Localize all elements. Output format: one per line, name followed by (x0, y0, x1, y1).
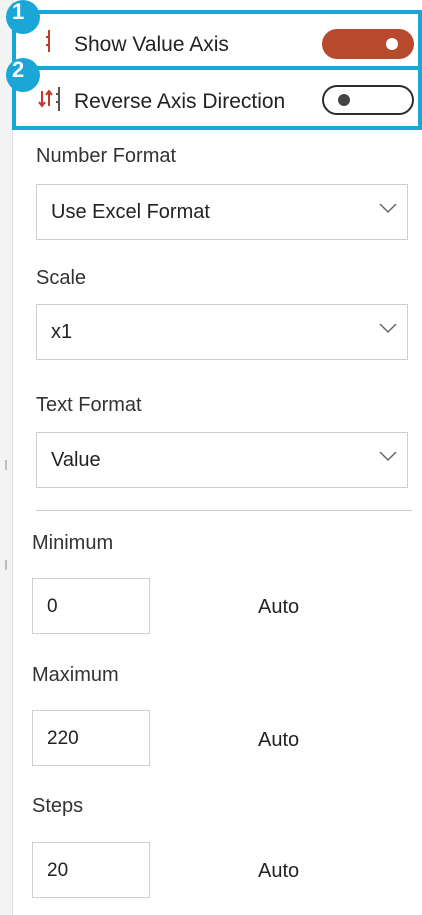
chevron-down-icon (379, 323, 397, 334)
maximum-auto-label: Auto (258, 729, 300, 751)
minimum-input[interactable]: 0 (32, 578, 150, 634)
maximum-value: 220 (47, 728, 79, 749)
scale-label: Scale (36, 267, 87, 289)
steps-auto-label: Auto (258, 860, 300, 882)
scale-value: x1 (51, 321, 73, 343)
edge-tick (5, 460, 7, 470)
reverse-axis-icon (38, 87, 60, 111)
toggle-knob (338, 94, 350, 106)
toggle-knob (386, 38, 398, 50)
edge-tick (5, 560, 7, 570)
text-format-label: Text Format (36, 394, 142, 416)
number-format-value: Use Excel Format (51, 201, 210, 223)
text-format-value: Value (51, 449, 101, 471)
left-edge-strip (0, 0, 13, 915)
minimum-auto-label: Auto (258, 596, 300, 618)
badge-1: 1 (6, 0, 40, 34)
minimum-label: Minimum (32, 532, 114, 554)
show-value-axis-row: Show Value Axis (12, 10, 422, 68)
number-format-select[interactable]: Use Excel Format (36, 184, 408, 240)
reverse-axis-direction-toggle[interactable] (322, 85, 414, 115)
badge-2: 2 (6, 58, 40, 92)
show-value-axis-label: Show Value Axis (74, 33, 229, 56)
chevron-down-icon (379, 203, 397, 214)
show-value-axis-toggle[interactable] (322, 29, 414, 59)
number-format-label: Number Format (36, 145, 177, 167)
steps-label: Steps (32, 795, 84, 817)
scale-select[interactable]: x1 (36, 304, 408, 360)
maximum-label: Maximum (32, 664, 119, 686)
divider (36, 510, 412, 511)
steps-value: 20 (47, 860, 69, 881)
text-format-select[interactable]: Value (36, 432, 408, 488)
maximum-input[interactable]: 220 (32, 710, 150, 766)
reverse-axis-direction-label: Reverse Axis Direction (74, 90, 286, 113)
reverse-axis-direction-row: Reverse Axis Direction (12, 66, 422, 130)
vertical-axis-icon (46, 30, 50, 52)
steps-input[interactable]: 20 (32, 842, 150, 898)
minimum-value: 0 (47, 596, 58, 617)
chevron-down-icon (379, 451, 397, 462)
